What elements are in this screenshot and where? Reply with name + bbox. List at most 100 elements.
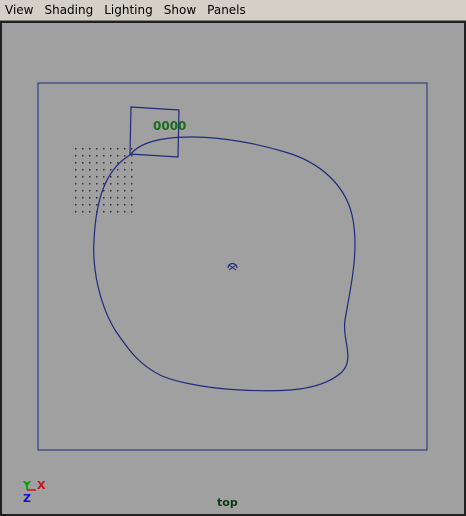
grid-point: [124, 155, 126, 157]
grid-point: [89, 162, 91, 164]
nurbs-curve[interactable]: [93, 136, 356, 392]
grid-point: [117, 197, 119, 199]
grid-point: [103, 148, 105, 150]
grid-point: [131, 211, 133, 213]
grid-point: [75, 169, 77, 171]
grid-point: [89, 197, 91, 199]
grid-point: [117, 169, 119, 171]
grid-point: [117, 190, 119, 192]
point-grid: [75, 148, 133, 213]
grid-point: [131, 197, 133, 199]
menu-panels[interactable]: Panels: [202, 0, 252, 21]
grid-point: [96, 162, 98, 164]
grid-point: [124, 176, 126, 178]
axis-z-label: Z: [23, 492, 31, 505]
panel-menubar: View Shading Lighting Show Panels: [0, 0, 466, 21]
grid-point: [89, 190, 91, 192]
grid-point: [82, 176, 84, 178]
grid-point: [96, 190, 98, 192]
grid-point: [89, 204, 91, 206]
grid-point: [82, 190, 84, 192]
grid-point: [131, 169, 133, 171]
menu-lighting[interactable]: Lighting: [99, 0, 159, 21]
grid-point: [103, 190, 105, 192]
grid-point: [103, 162, 105, 164]
grid-point: [110, 197, 112, 199]
resolution-gate: [37, 82, 428, 451]
grid-point: [82, 169, 84, 171]
grid-point: [82, 155, 84, 157]
grid-point: [117, 162, 119, 164]
grid-point: [124, 169, 126, 171]
grid-point: [131, 190, 133, 192]
menu-show[interactable]: Show: [159, 0, 202, 21]
grid-point: [131, 148, 133, 150]
grid-point: [117, 204, 119, 206]
grid-point: [131, 204, 133, 206]
camera-icon[interactable]: [227, 262, 238, 271]
grid-point: [82, 148, 84, 150]
top-viewport[interactable]: 0000 Y X Z top: [0, 21, 466, 516]
grid-point: [103, 176, 105, 178]
grid-point: [96, 148, 98, 150]
grid-point: [103, 155, 105, 157]
grid-point: [75, 148, 77, 150]
axis-x-label: X: [37, 479, 46, 492]
grid-point: [110, 169, 112, 171]
grid-point: [96, 176, 98, 178]
grid-point: [103, 169, 105, 171]
grid-point: [96, 197, 98, 199]
grid-point: [89, 176, 91, 178]
grid-point: [96, 204, 98, 206]
grid-point: [103, 197, 105, 199]
viewport-canvas[interactable]: 0000 Y X Z top: [2, 23, 464, 514]
grid-point: [131, 183, 133, 185]
grid-point: [75, 197, 77, 199]
grid-point: [131, 162, 133, 164]
grid-point: [131, 155, 133, 157]
grid-point: [103, 211, 105, 213]
grid-point: [103, 183, 105, 185]
grid-point: [75, 183, 77, 185]
grid-point: [82, 211, 84, 213]
grid-point: [82, 183, 84, 185]
grid-point: [96, 169, 98, 171]
menu-shading[interactable]: Shading: [39, 0, 99, 21]
menu-view[interactable]: View: [0, 0, 39, 21]
grid-point: [75, 211, 77, 213]
grid-point: [124, 162, 126, 164]
grid-point: [75, 204, 77, 206]
axis-gizmo: Y X Z: [22, 479, 46, 505]
grid-point: [89, 169, 91, 171]
grid-point: [117, 183, 119, 185]
grid-point: [110, 183, 112, 185]
camera-name-label: top: [217, 496, 238, 509]
grid-point: [89, 183, 91, 185]
grid-point: [124, 197, 126, 199]
grid-point: [110, 148, 112, 150]
grid-point: [75, 176, 77, 178]
grid-point: [117, 155, 119, 157]
grid-point: [96, 183, 98, 185]
grid-point: [124, 190, 126, 192]
grid-point: [82, 162, 84, 164]
grid-point: [131, 176, 133, 178]
grid-point: [89, 148, 91, 150]
grid-point: [110, 162, 112, 164]
grid-point: [117, 211, 119, 213]
grid-point: [82, 197, 84, 199]
grid-point: [117, 148, 119, 150]
axis-y-label: Y: [22, 479, 32, 492]
grid-point: [124, 148, 126, 150]
grid-point: [82, 204, 84, 206]
grid-point: [110, 204, 112, 206]
grid-point: [110, 190, 112, 192]
grid-point: [110, 211, 112, 213]
grid-point: [75, 190, 77, 192]
grid-point: [110, 155, 112, 157]
grid-point: [75, 155, 77, 157]
grid-point: [75, 162, 77, 164]
grid-point: [124, 204, 126, 206]
grid-point: [96, 155, 98, 157]
grid-point: [124, 183, 126, 185]
